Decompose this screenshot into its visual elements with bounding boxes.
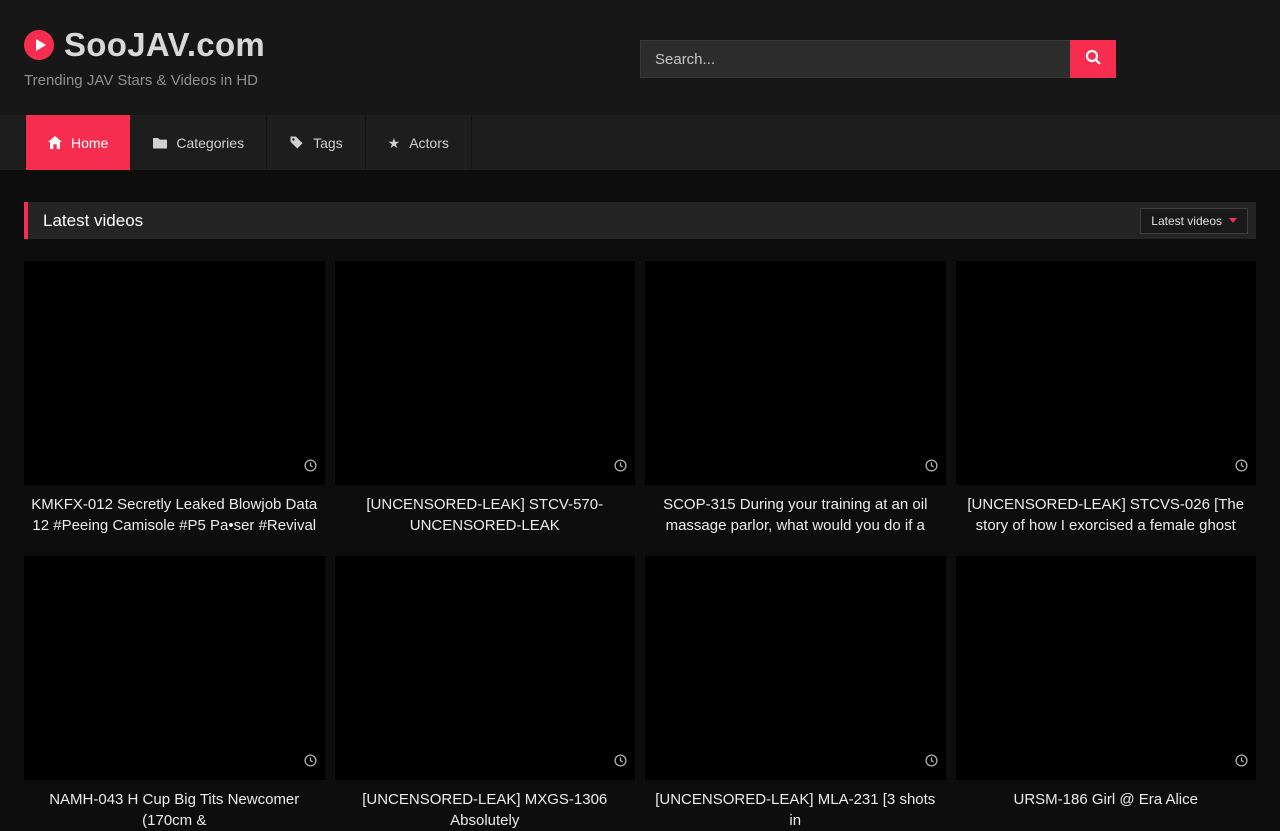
section-title: Latest videos (43, 211, 143, 231)
star-icon: ★ (388, 136, 401, 150)
play-logo-icon (24, 30, 54, 60)
search-button[interactable] (1070, 40, 1116, 78)
search-bar (640, 40, 1116, 78)
tag-icon (289, 135, 304, 150)
video-title[interactable]: [UNCENSORED-LEAK] MXGS-1306 Absolutely (335, 789, 636, 831)
site-title: SooJAV.com (64, 26, 265, 64)
video-thumbnail[interactable] (956, 261, 1257, 485)
video-card: URSM-186 Girl @ Era Alice (956, 556, 1257, 831)
section-header: Latest videos Latest videos (24, 202, 1256, 239)
video-thumbnail[interactable] (335, 556, 636, 780)
clock-icon (1235, 459, 1248, 477)
video-thumbnail[interactable] (645, 261, 946, 485)
search-icon (1085, 49, 1102, 69)
video-title[interactable]: SCOP-315 During your training at an oil … (645, 494, 946, 536)
video-card: KMKFX-012 Secretly Leaked Blowjob Data 1… (24, 261, 325, 536)
nav-item-categories[interactable]: Categories (131, 115, 267, 170)
home-icon (48, 136, 62, 150)
nav-item-label: Categories (176, 135, 244, 151)
main-nav: Home Categories Tags ★ Actors (0, 115, 1280, 170)
video-card: SCOP-315 During your training at an oil … (645, 261, 946, 536)
video-thumbnail[interactable] (24, 261, 325, 485)
video-thumbnail[interactable] (335, 261, 636, 485)
video-card: NAMH-043 H Cup Big Tits Newcomer (170cm … (24, 556, 325, 831)
clock-icon (925, 459, 938, 477)
video-title[interactable]: NAMH-043 H Cup Big Tits Newcomer (170cm … (24, 789, 325, 831)
site-tagline: Trending JAV Stars & Videos in HD (24, 72, 258, 89)
video-card: [UNCENSORED-LEAK] STCVS-026 [The story o… (956, 261, 1257, 536)
nav-item-label: Actors (409, 135, 449, 151)
clock-icon (925, 754, 938, 772)
video-title[interactable]: [UNCENSORED-LEAK] MLA-231 [3 shots in (645, 789, 946, 831)
video-thumbnail[interactable] (24, 556, 325, 780)
nav-item-actors[interactable]: ★ Actors (366, 115, 472, 170)
clock-icon (614, 754, 627, 772)
folder-icon (153, 136, 167, 150)
sort-dropdown-button[interactable]: Latest videos (1140, 208, 1248, 234)
video-grid: KMKFX-012 Secretly Leaked Blowjob Data 1… (24, 261, 1256, 831)
video-title[interactable]: [UNCENSORED-LEAK] STCV-570-UNCENSORED-LE… (335, 494, 636, 536)
video-card: [UNCENSORED-LEAK] MXGS-1306 Absolutely (335, 556, 636, 831)
nav-item-label: Tags (313, 135, 343, 151)
sort-dropdown-label: Latest videos (1151, 214, 1222, 228)
video-card: [UNCENSORED-LEAK] MLA-231 [3 shots in (645, 556, 946, 831)
video-title[interactable]: KMKFX-012 Secretly Leaked Blowjob Data 1… (24, 494, 325, 536)
nav-item-tags[interactable]: Tags (267, 115, 366, 170)
caret-down-icon (1229, 218, 1237, 223)
clock-icon (304, 459, 317, 477)
nav-item-home[interactable]: Home (25, 115, 131, 170)
site-logo[interactable]: SooJAV.com (24, 26, 265, 64)
video-thumbnail[interactable] (645, 556, 946, 780)
clock-icon (1235, 754, 1248, 772)
search-input[interactable] (640, 40, 1070, 78)
nav-item-label: Home (71, 135, 108, 151)
video-thumbnail[interactable] (956, 556, 1257, 780)
video-title[interactable]: [UNCENSORED-LEAK] STCVS-026 [The story o… (956, 494, 1257, 536)
clock-icon (614, 459, 627, 477)
clock-icon (304, 754, 317, 772)
video-card: [UNCENSORED-LEAK] STCV-570-UNCENSORED-LE… (335, 261, 636, 536)
site-header: SooJAV.com Trending JAV Stars & Videos i… (0, 0, 1280, 115)
